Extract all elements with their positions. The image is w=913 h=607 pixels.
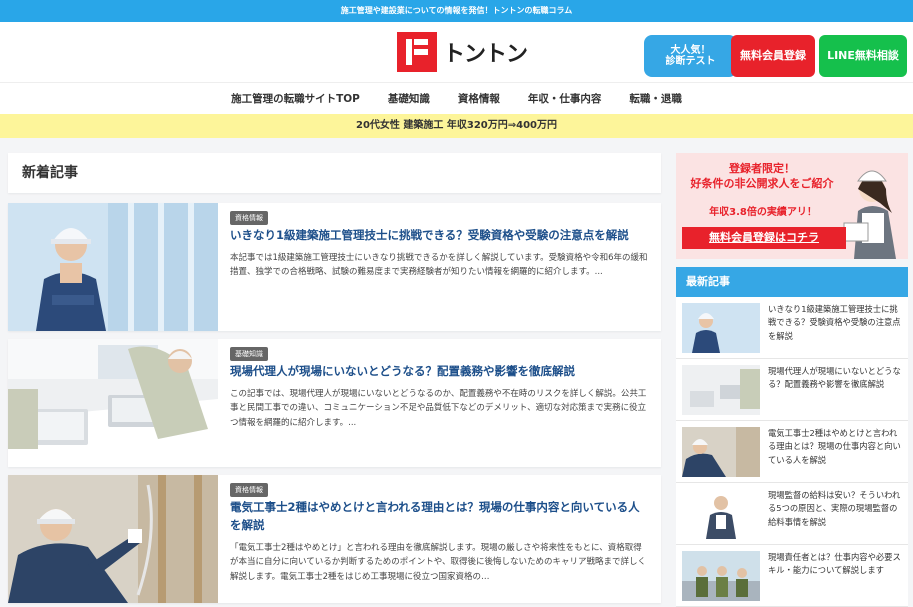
promo-banner[interactable]: 20代女性 建築施工 年収320万円⇒400万円 [0,114,913,138]
list-thumbnail[interactable] [682,489,760,539]
list-item[interactable]: 現場代理人が現場にいないとどうなる？配置義務や影響を徹底解説 [676,359,908,421]
line-consult-button[interactable]: LINE無料相談 [819,35,907,77]
article-thumbnail[interactable] [8,475,218,603]
site-logo[interactable]: トントン [397,32,528,72]
list-thumbnail[interactable] [682,365,760,415]
list-item-title[interactable]: いきなり1級建築施工管理技士に挑戦できる？受験資格や受験の注意点を解説 [768,303,904,343]
list-item-title[interactable]: 現場監督の給料は安い？そういわれる5つの原因と、実際の現場監督の給料事情を解説 [768,489,904,529]
banner-headline: 登録者限定！ 好条件の非公開求人をご紹介 [690,162,834,191]
nav-item-career[interactable]: 転職・退職 [615,91,696,106]
article-thumbnail[interactable] [8,339,218,467]
article-excerpt: 「電気工事士2種はやめとけ」と言われる理由を徹底解説します。現場の厳しさや将来性… [230,543,646,582]
article-title[interactable]: 現場代理人が現場にいないとどうなる？配置義務や影響を徹底解説 [230,363,650,381]
article-excerpt: 本記事では1級建築施工管理技士にいきなり挑戦できるかを詳しく解説しています。受験… [230,253,648,278]
category-badge[interactable]: 資格情報 [230,211,268,225]
section-title-new-articles: 新着記事 [8,153,661,193]
site-header: トントン 大人気！ 診断テスト 無料会員登録 LINE無料相談 [0,22,913,82]
article-title[interactable]: いきなり1級建築施工管理技士に挑戦できる？受験資格や受験の注意点を解説 [230,227,650,245]
category-badge[interactable]: 資格情報 [230,483,268,497]
latest-articles-list: いきなり1級建築施工管理技士に挑戦できる？受験資格や受験の注意点を解説 現場代理… [676,297,908,607]
top-announcement-bar: 施工管理や建設業についての情報を発信！トントンの転職コラム [0,0,913,22]
list-item[interactable]: 現場責任者とは？仕事内容や必要スキル・能力について解説します [676,545,908,607]
list-thumbnail[interactable] [682,303,760,353]
diagnosis-test-button[interactable]: 大人気！ 診断テスト [644,35,737,77]
article-card[interactable]: 資格情報 電気工事士2種はやめとけと言われる理由とは？現場の仕事内容と向いている… [8,475,661,603]
list-item[interactable]: 電気工事士2種はやめとけと言われる理由とは？現場の仕事内容と向いている人を解説 [676,421,908,483]
main-content: 新着記事 資格情報 いきなり1級建築施工管理技士に挑戦できる？受験資格や受験の注… [8,153,661,603]
list-item-title[interactable]: 電気工事士2種はやめとけと言われる理由とは？現場の仕事内容と向いている人を解説 [768,427,904,467]
sidebar: 登録者限定！ 好条件の非公開求人をご紹介 年収3.8倍の実績アリ！ 無料会員登録… [676,153,908,607]
global-nav: 施工管理の転職サイトTOP 基礎知識 資格情報 年収・仕事内容 転職・退職 [0,82,913,114]
logo-text: トントン [443,42,528,67]
article-card[interactable]: 基礎知識 現場代理人が現場にいないとどうなる？配置義務や影響を徹底解説 この記事… [8,339,661,467]
register-promo-banner[interactable]: 登録者限定！ 好条件の非公開求人をご紹介 年収3.8倍の実績アリ！ 無料会員登録… [676,153,908,259]
logo-mark-icon [397,32,437,72]
list-thumbnail[interactable] [682,427,760,477]
list-item[interactable]: いきなり1級建築施工管理技士に挑戦できる？受験資格や受験の注意点を解説 [676,297,908,359]
list-thumbnail[interactable] [682,551,760,601]
article-thumbnail[interactable] [8,203,218,331]
banner-subline: 年収3.8倍の実績アリ！ [709,207,817,218]
article-card[interactable]: 資格情報 いきなり1級建築施工管理技士に挑戦できる？受験資格や受験の注意点を解説… [8,203,661,331]
article-title[interactable]: 電気工事士2種はやめとけと言われる理由とは？現場の仕事内容と向いている人を解説 [230,499,650,535]
list-item-title[interactable]: 現場責任者とは？仕事内容や必要スキル・能力について解説します [768,551,904,578]
free-register-button[interactable]: 無料会員登録 [731,35,815,77]
latest-articles-heading: 最新記事 [676,267,908,297]
nav-item-basics[interactable]: 基礎知識 [374,91,444,106]
nav-item-top[interactable]: 施工管理の転職サイトTOP [217,91,374,106]
category-badge[interactable]: 基礎知識 [230,347,268,361]
list-item-title[interactable]: 現場代理人が現場にいないとどうなる？配置義務や影響を徹底解説 [768,365,904,392]
nav-item-salary[interactable]: 年収・仕事内容 [514,91,616,106]
nav-item-qualifications[interactable]: 資格情報 [444,91,514,106]
article-excerpt: この記事では、現場代理人が現場にいないとどうなるのか、配置義務や不在時のリスクを… [230,389,647,428]
banner-cta-button[interactable]: 無料会員登録はコチラ [682,227,846,249]
list-item[interactable]: 現場監督の給料は安い？そういわれる5つの原因と、実際の現場監督の給料事情を解説 [676,483,908,545]
